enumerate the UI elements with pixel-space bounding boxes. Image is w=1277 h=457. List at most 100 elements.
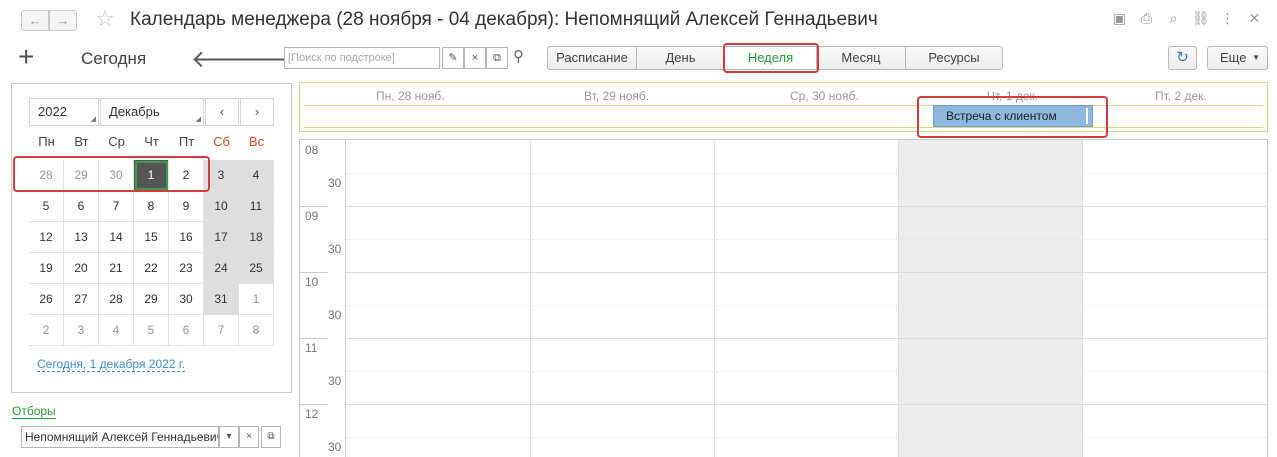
search-icon[interactable]: ⚲ [513, 47, 524, 65]
calendar-day[interactable]: 8 [134, 191, 169, 222]
view-resources-button[interactable]: Ресурсы [906, 46, 1003, 70]
print-icon[interactable]: ⎙ [1138, 10, 1155, 27]
search-input[interactable]: [Поиск по подстроке] [284, 47, 440, 69]
calendar-day[interactable]: 30 [169, 284, 204, 315]
calendar-day[interactable]: 1 [239, 284, 274, 315]
calendar-day[interactable]: 26 [29, 284, 64, 315]
calendar-day[interactable]: 25 [239, 253, 274, 284]
current-week-highlight [13, 156, 210, 192]
calendar-day[interactable]: 4 [239, 160, 274, 191]
prev-month-button[interactable]: ‹ [205, 98, 239, 126]
forward-button[interactable]: → [49, 10, 77, 31]
more-label: Еще [1220, 50, 1247, 65]
month-value: Декабрь [109, 104, 160, 119]
hour-label: 10 [305, 275, 319, 289]
day-column[interactable] [531, 140, 715, 457]
title-bar: ← → ☆ Календарь менеджера (28 ноября - 0… [0, 0, 1277, 40]
day-column[interactable] [346, 140, 531, 457]
edit-icon[interactable]: ✎ [442, 47, 464, 69]
refresh-icon[interactable]: ↻ [1168, 46, 1197, 70]
hour-gridline [346, 206, 1267, 207]
half-hour-label: 30 [328, 176, 342, 190]
weekday-header: Сб [213, 134, 230, 149]
chevron-down-icon: ▼ [1252, 53, 1260, 62]
day-column[interactable] [715, 140, 899, 457]
calendar-day[interactable]: 13 [64, 222, 99, 253]
add-button[interactable]: + [18, 43, 34, 71]
clear-icon[interactable]: × [239, 426, 259, 448]
year-select[interactable]: 2022 ◢ [29, 98, 99, 126]
hour-divider [300, 206, 328, 207]
calendar-day[interactable]: 9 [169, 191, 204, 222]
view-month-button[interactable]: Месяц [817, 46, 906, 70]
calendar-day[interactable]: 20 [64, 253, 99, 284]
half-hour-label: 30 [328, 242, 342, 256]
calendar-day[interactable]: 5 [29, 191, 64, 222]
time-grid: 08 30 09 30 10 30 11 30 12 30 [299, 139, 1268, 457]
today-link[interactable]: Сегодня, 1 декабря 2022 г. [37, 357, 186, 372]
calendar-day[interactable]: 16 [169, 222, 204, 253]
chevron-down-icon[interactable]: ▾ [219, 426, 239, 448]
divider [304, 127, 1263, 128]
day-header: Пт, 2 дек. [1155, 89, 1207, 103]
half-hour-gridline [346, 305, 1267, 306]
calendar-day[interactable]: 17 [204, 222, 239, 253]
half-hour-gridline [346, 173, 1267, 174]
half-hour-gridline [346, 371, 1267, 372]
calendar-day[interactable]: 4 [99, 315, 134, 346]
divider [304, 105, 1263, 106]
event-highlight [917, 96, 1108, 138]
next-month-button[interactable]: › [240, 98, 274, 126]
mini-calendar-panel: 2022 ◢ Декабрь ◢ ‹ › Пн Вт Ср Чт Пт Сб Вс 28 29 3… [11, 83, 292, 393]
close-icon[interactable]: ✕ [1246, 10, 1263, 27]
calendar-day[interactable]: 18 [239, 222, 274, 253]
calendar-day[interactable]: 11 [239, 191, 274, 222]
calendar-day[interactable]: 7 [99, 191, 134, 222]
calendar-day[interactable]: 8 [239, 315, 274, 346]
calendar-day[interactable]: 7 [204, 315, 239, 346]
more-icon[interactable]: ⋮ [1219, 10, 1236, 27]
save-icon[interactable]: ▣ [1111, 10, 1128, 27]
calendar-day[interactable]: 24 [204, 253, 239, 284]
clear-icon[interactable]: × [464, 47, 486, 69]
link-icon[interactable]: ⛓ [1192, 10, 1210, 27]
calendar-day[interactable]: 2 [29, 315, 64, 346]
calendar-day[interactable]: 6 [169, 315, 204, 346]
view-day-button[interactable]: День [637, 46, 725, 70]
week-header: Пн, 28 нояб. Вт, 29 нояб. Ср, 30 нояб. Ч… [299, 82, 1268, 132]
filters-link[interactable]: Отборы [12, 404, 56, 419]
calendar-day[interactable]: 21 [99, 253, 134, 284]
calendar-day[interactable]: 23 [169, 253, 204, 284]
calendar-day[interactable]: 31 [204, 284, 239, 315]
calendar-day[interactable]: 15 [134, 222, 169, 253]
favorite-star-icon[interactable]: ☆ [95, 6, 115, 32]
day-column[interactable] [1083, 140, 1267, 457]
calendar-day[interactable]: 22 [134, 253, 169, 284]
open-icon[interactable]: ⧉ [486, 47, 508, 69]
calendar-day[interactable]: 5 [134, 315, 169, 346]
day-column-today[interactable] [899, 140, 1083, 457]
calendar-day[interactable]: 6 [64, 191, 99, 222]
half-hour-gridline [346, 437, 1267, 438]
calendar-day[interactable]: 12 [29, 222, 64, 253]
dropdown-corner-icon: ◢ [195, 116, 201, 123]
window-actions: ▣ ⎙ ⌕ ⛓ ⋮ ✕ [1111, 10, 1263, 27]
preview-icon[interactable]: ⌕ [1165, 10, 1182, 27]
more-button[interactable]: Еще ▼ [1207, 46, 1268, 70]
calendar-day[interactable]: 3 [64, 315, 99, 346]
month-select[interactable]: Декабрь ◢ [100, 98, 204, 126]
filter-employee-field[interactable]: Непомнящий Алексей Геннадьевич [21, 426, 219, 448]
view-schedule-button[interactable]: Расписание [547, 46, 637, 70]
calendar-day[interactable]: 10 [204, 191, 239, 222]
calendar-day[interactable]: 29 [134, 284, 169, 315]
calendar-day[interactable]: 14 [99, 222, 134, 253]
day-header: Ср, 30 нояб. [790, 89, 859, 103]
back-button[interactable]: ← [21, 10, 49, 31]
today-button[interactable]: Сегодня [81, 49, 146, 69]
open-icon[interactable]: ⧉ [261, 426, 281, 448]
year-value: 2022 [38, 104, 67, 119]
calendar-day[interactable]: 27 [64, 284, 99, 315]
calendar-day[interactable]: 28 [99, 284, 134, 315]
calendar-day[interactable]: 19 [29, 253, 64, 284]
half-hour-label: 30 [328, 308, 342, 322]
